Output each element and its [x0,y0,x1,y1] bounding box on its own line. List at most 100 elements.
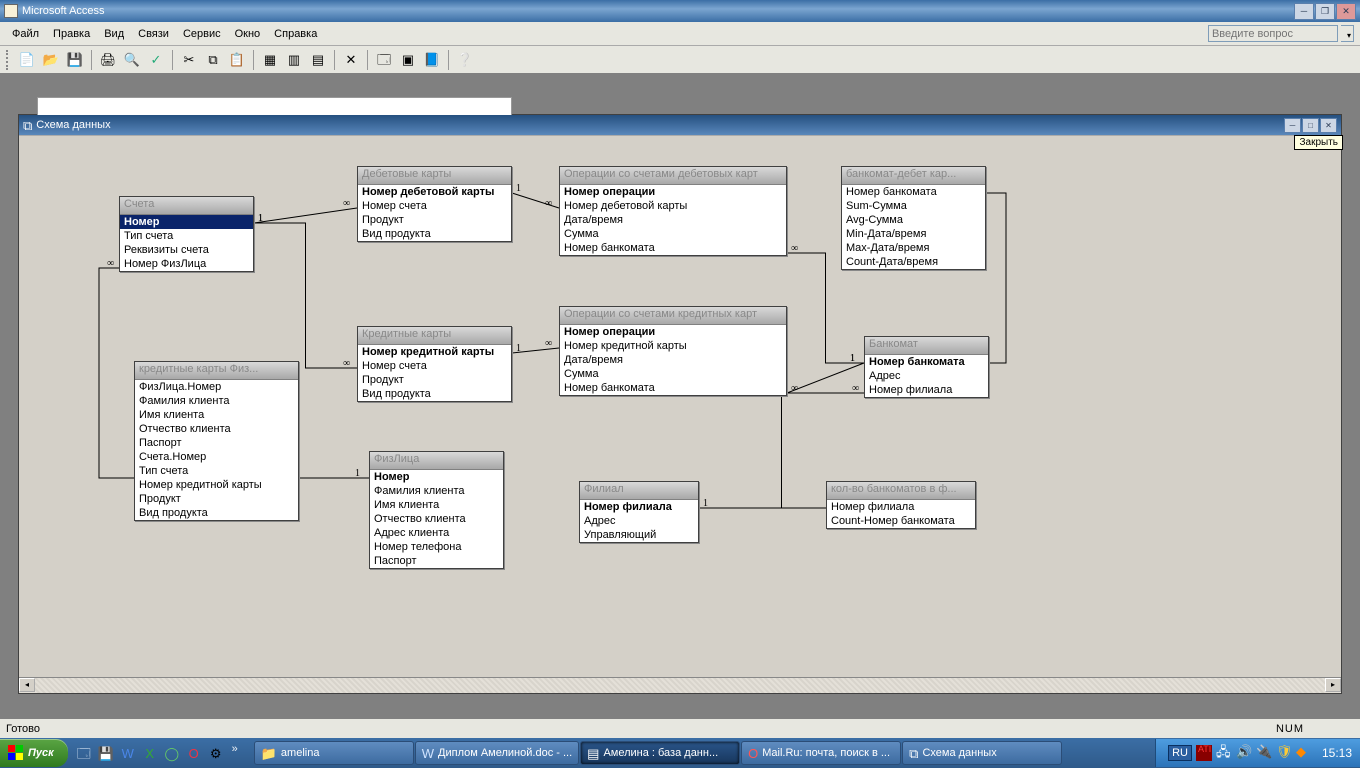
field[interactable]: Номер банкомата [560,241,786,255]
table-atm_debit_q[interactable]: банкомат-дебет кар...Номер банкоматаSum-… [841,166,986,270]
field[interactable]: Номер банкомата [865,355,988,369]
print-icon[interactable]: 🖨 [97,49,119,71]
field[interactable]: Count-Дата/время [842,255,985,269]
field[interactable]: Min-Дата/время [842,227,985,241]
table-header[interactable]: Банкомат [865,337,988,355]
field[interactable]: Номер телефона [370,540,503,554]
field[interactable]: Реквизиты счета [120,243,253,257]
field[interactable]: Номер ФизЛица [120,257,253,271]
field[interactable]: Номер [370,470,503,484]
field[interactable]: Отчество клиента [370,512,503,526]
new-object-icon[interactable]: ▣ [397,49,419,71]
table-header[interactable]: Кредитные карты [358,327,511,345]
db-window-icon[interactable]: 🗔 [373,49,395,71]
tray-safely-remove-icon[interactable]: 🔌 [1256,745,1272,761]
field[interactable]: Фамилия клиента [135,394,298,408]
new-icon[interactable]: 📄 [16,49,38,71]
open-icon[interactable]: 📂 [40,49,62,71]
field[interactable]: Номер кредитной карты [135,478,298,492]
ql-settings-icon[interactable]: ⚙ [206,743,226,763]
field[interactable]: Адрес [580,514,698,528]
field[interactable]: Дата/время [560,213,786,227]
task-folder[interactable]: 📁 amelina [254,741,414,765]
field[interactable]: Сумма [560,227,786,241]
scroll-track[interactable] [35,678,1325,693]
field[interactable]: Паспорт [370,554,503,568]
toolbar-handle[interactable] [6,50,10,70]
menu-tools[interactable]: Сервис [177,26,227,42]
field[interactable]: Номер банкомата [560,381,786,395]
field[interactable]: Номер счета [358,359,511,373]
field[interactable]: Тип счета [135,464,298,478]
tray-app-icon[interactable]: ◆ [1296,745,1312,761]
field[interactable]: Вид продукта [135,506,298,520]
field[interactable]: Вид продукта [358,227,511,241]
scroll-right-button[interactable]: ▸ [1325,678,1341,692]
close-button[interactable]: ✕ [1336,3,1356,20]
tray-ati-icon[interactable]: ATI [1196,745,1212,761]
table-header[interactable]: кол-во банкоматов в ф... [827,482,975,500]
table-header[interactable]: Операции со счетами дебетовых карт [560,167,786,185]
table-header[interactable]: Дебетовые карты [358,167,511,185]
save-icon[interactable]: 💾 [64,49,86,71]
field[interactable]: Номер [120,215,253,229]
field[interactable]: Счета.Номер [135,450,298,464]
field[interactable]: Имя клиента [370,498,503,512]
child-minimize-button[interactable]: ─ [1284,118,1301,133]
minimize-button[interactable]: ─ [1294,3,1314,20]
table-accounts[interactable]: СчетаНомерТип счетаРеквизиты счетаНомер … [119,196,254,272]
table-debit_ops[interactable]: Операции со счетами дебетовых картНомер … [559,166,787,256]
field[interactable]: Сумма [560,367,786,381]
print-preview-icon[interactable]: 🔍 [121,49,143,71]
language-indicator[interactable]: RU [1168,745,1192,761]
field[interactable]: Фамилия клиента [370,484,503,498]
field[interactable]: Отчество клиента [135,422,298,436]
spelling-icon[interactable]: ✓ [145,49,167,71]
menu-view[interactable]: Вид [98,26,130,42]
ql-desktop-icon[interactable]: 🗔 [74,743,94,763]
menu-help[interactable]: Справка [268,26,323,42]
table-header[interactable]: Счета [120,197,253,215]
task-word[interactable]: W Диплом Амелиной.doc - ... [415,741,579,765]
scroll-left-button[interactable]: ◂ [19,678,35,692]
task-access[interactable]: ▤ Амелина : база данн... [580,741,740,765]
field[interactable]: Номер кредитной карты [560,339,786,353]
code-icon[interactable]: 📘 [421,49,443,71]
ql-utorrent-icon[interactable]: ◯ [162,743,182,763]
menu-window[interactable]: Окно [229,26,267,42]
maximize-button[interactable]: ❐ [1315,3,1335,20]
table-cc_persons_q[interactable]: кредитные карты Физ...ФизЛица.НомерФамил… [134,361,299,521]
tray-volume-icon[interactable]: 🔊 [1236,745,1252,761]
horizontal-scrollbar[interactable]: ◂ ▸ [19,677,1341,693]
field[interactable]: Тип счета [120,229,253,243]
child-maximize-button[interactable]: □ [1302,118,1319,133]
field[interactable]: Адрес [865,369,988,383]
menu-edit[interactable]: Правка [47,26,96,42]
help-search-dropdown[interactable]: ▾ [1341,25,1354,42]
help-icon[interactable]: ❔ [454,49,476,71]
table-credit_cards[interactable]: Кредитные картыНомер кредитной картыНоме… [357,326,512,402]
start-button[interactable]: Пуск [0,739,68,767]
field[interactable]: ФизЛица.Номер [135,380,298,394]
ql-excel-icon[interactable]: X [140,743,160,763]
table-debit_cards[interactable]: Дебетовые картыНомер дебетовой картыНоме… [357,166,512,242]
tray-shield-icon[interactable]: 🛡 [1276,745,1292,761]
table-branch[interactable]: ФилиалНомер филиалаАдресУправляющий [579,481,699,543]
field[interactable]: Номер филиала [865,383,988,397]
ql-word-icon[interactable]: W [118,743,138,763]
field[interactable]: Управляющий [580,528,698,542]
field[interactable]: Avg-Сумма [842,213,985,227]
table-persons[interactable]: ФизЛицаНомерФамилия клиентаИмя клиентаОт… [369,451,504,569]
table-header[interactable]: кредитные карты Физ... [135,362,298,380]
cut-icon[interactable]: ✂ [178,49,200,71]
table-atm[interactable]: БанкоматНомер банкоматаАдресНомер филиал… [864,336,989,398]
field[interactable]: Номер операции [560,185,786,199]
field[interactable]: Count-Номер банкомата [827,514,975,528]
menu-file[interactable]: Файл [6,26,45,42]
menu-relations[interactable]: Связи [132,26,175,42]
field[interactable]: Продукт [358,373,511,387]
task-schema[interactable]: ⧉ Схема данных [902,741,1062,765]
ql-overflow-icon[interactable]: » [228,743,242,763]
field[interactable]: Номер филиала [827,500,975,514]
ql-opera-icon[interactable]: O [184,743,204,763]
